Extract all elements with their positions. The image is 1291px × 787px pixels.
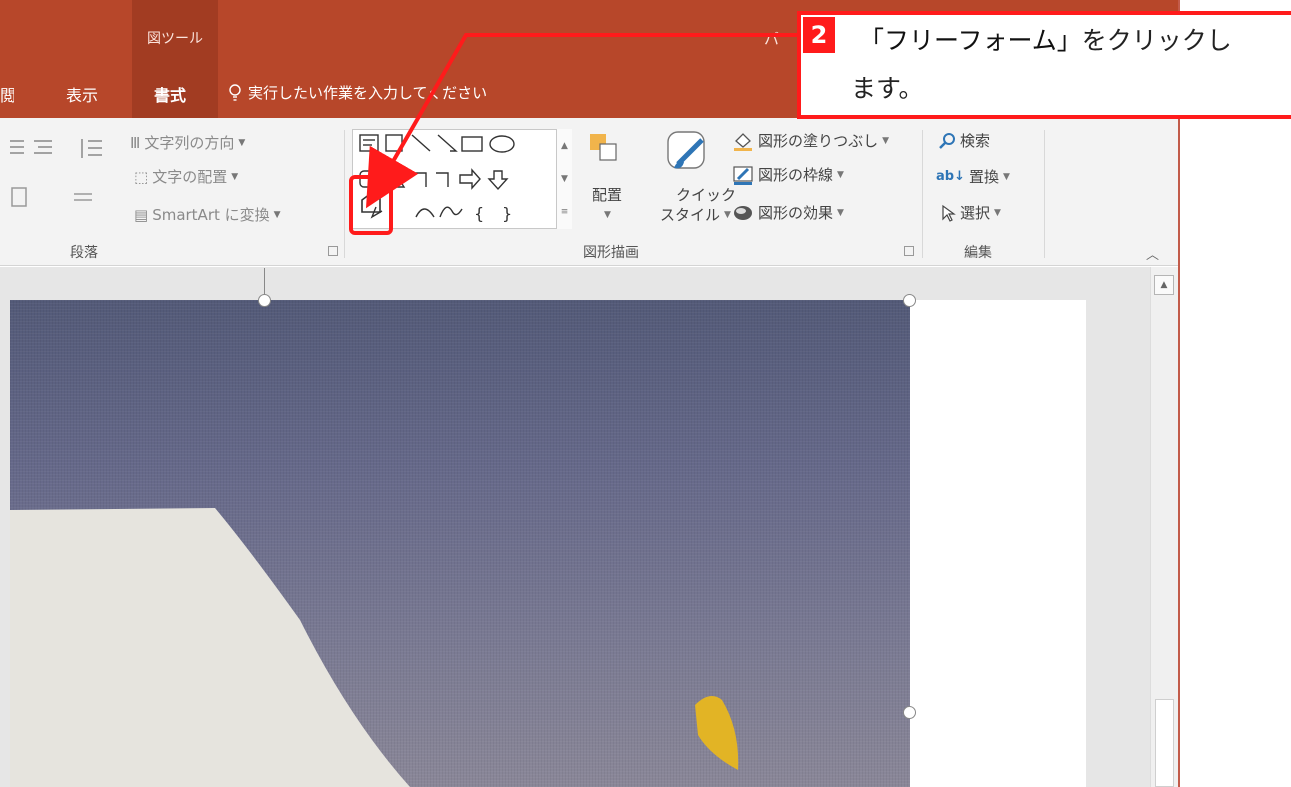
quick-styles-icon [667, 131, 705, 169]
gallery-scroll-up[interactable]: ▲ [557, 129, 572, 162]
chevron-down-icon: ▼ [1003, 171, 1010, 182]
instruction-callout: 2 「フリーフォーム」をクリックし ます。 [797, 11, 1291, 119]
ribbon: Ⅲ 文字列の方向 ▼ ⬚ 文字の配置 ▼ ▤ SmartArt に変換 ▼ 段落 [0, 118, 1180, 266]
group-separator [344, 130, 345, 258]
tab-format[interactable]: 書式 [154, 82, 186, 106]
resize-handle-right[interactable] [903, 706, 916, 719]
tab-view[interactable]: 表示 [66, 82, 98, 106]
paint-bucket-icon [734, 132, 752, 151]
paragraph-dialog-launcher[interactable] [328, 246, 338, 256]
lightbulb-icon [229, 83, 241, 101]
arrange-icon [590, 134, 617, 161]
chevron-down-icon: ▼ [882, 135, 890, 146]
rectangle-icon [461, 136, 483, 152]
scroll-up-button[interactable]: ▲ [1154, 275, 1174, 295]
text-box-icon [359, 134, 379, 152]
left-brace-icon: { [474, 204, 484, 223]
tab-review[interactable]: 閲 [0, 82, 14, 106]
picture-content [10, 508, 739, 787]
editing-group-label: 編集 [964, 245, 992, 261]
slide-area[interactable] [910, 300, 1086, 787]
instruction-emphasis: 「フリーフォーム」 [859, 26, 1082, 55]
chevron-down-icon: ▼ [231, 171, 239, 182]
elbow-arrow-icon [436, 172, 449, 187]
tell-me-text: 実行したい作業を入力してください [248, 84, 488, 102]
right-brace-icon: } [502, 204, 512, 223]
text-direction-button[interactable]: Ⅲ 文字列の方向 ▼ [130, 132, 245, 153]
instruction-line-1: 「フリーフォーム」をクリックし [859, 21, 1232, 57]
down-arrow-icon [487, 170, 509, 191]
shape-effects-icon [734, 205, 752, 220]
arrange-button[interactable]: 配置 [592, 184, 622, 205]
instruction-line-2: ます。 [851, 74, 924, 103]
resize-handle-top-right[interactable] [903, 294, 916, 307]
chevron-down-icon: ▼ [837, 169, 844, 180]
drawing-dialog-launcher[interactable] [904, 246, 914, 256]
paragraph-group-label: 段落 [70, 245, 98, 261]
vertical-scrollbar[interactable]: ▲ [1150, 267, 1178, 787]
tell-me-box[interactable]: 実行したい作業を入力してください [228, 82, 487, 103]
instruction-rest: をクリックし [1081, 26, 1232, 55]
chevron-down-icon: ▼ [238, 137, 246, 148]
indent-icons[interactable] [8, 136, 60, 160]
convert-smartart-button[interactable]: ▤ SmartArt に変換 ▼ [134, 204, 281, 225]
drawing-group-label: 図形描画 [583, 245, 639, 261]
shape-effects-button[interactable]: 図形の効果 ▼ [732, 202, 844, 223]
freeform-highlight [349, 175, 393, 235]
step-number-badge: 2 [803, 17, 835, 53]
group-separator [922, 130, 923, 258]
search-icon [939, 132, 955, 149]
scroll-thumb[interactable] [1155, 699, 1174, 787]
window-title: パ [764, 30, 780, 48]
oval-icon [489, 135, 515, 153]
shape-outline-button[interactable]: 図形の枠線 ▼ [732, 164, 844, 185]
align-text-icon: ⬚ [134, 167, 149, 186]
selected-picture[interactable] [10, 300, 910, 787]
chevron-down-icon: ▼ [837, 207, 844, 218]
replace-icon: ab↓ [936, 169, 965, 184]
collapse-ribbon-icon[interactable]: ︿ [1146, 244, 1159, 263]
moon-shape [695, 696, 739, 770]
gallery-scroll-down[interactable]: ▼ [557, 162, 572, 195]
select-button[interactable]: 選択 ▼ [940, 202, 1001, 223]
find-button[interactable]: 検索 [938, 130, 990, 151]
text-direction-icon: Ⅲ [130, 133, 141, 152]
gallery-scrollbar[interactable]: ▲ ▼ ≡ [556, 129, 572, 229]
smartart-icon: ▤ [134, 205, 149, 224]
shape-fill-button[interactable]: 図形の塗りつぶし ▼ [732, 130, 889, 151]
arrow-line-icon [437, 134, 458, 152]
column-icons[interactable] [8, 186, 108, 210]
quick-styles-label-1[interactable]: クイック [676, 184, 736, 205]
quick-styles-button[interactable]: スタイル ▼ [660, 204, 731, 225]
chevron-down-icon: ▼ [724, 209, 731, 220]
arc-icon [415, 208, 435, 218]
gallery-more[interactable]: ≡ [557, 195, 572, 228]
replace-button[interactable]: ab↓ 置換 ▼ [936, 166, 1010, 187]
curve-icon [439, 206, 463, 218]
chevron-down-icon: ▼ [994, 207, 1001, 218]
chevron-down-icon: ▼ [604, 210, 611, 220]
right-arrow-icon [459, 168, 481, 190]
line-icon [411, 134, 431, 152]
cursor-icon [942, 204, 956, 222]
chevron-down-icon: ▼ [273, 209, 281, 220]
elbow-connector-icon [412, 172, 427, 187]
context-group-label: 図ツール [147, 31, 203, 47]
line-spacing-icon[interactable] [76, 136, 110, 162]
group-separator [1044, 130, 1045, 258]
align-text-button[interactable]: ⬚ 文字の配置 ▼ [134, 166, 238, 187]
resize-handle-top[interactable] [258, 294, 271, 307]
pen-outline-icon [733, 165, 753, 185]
vertical-text-box-icon [385, 134, 403, 152]
